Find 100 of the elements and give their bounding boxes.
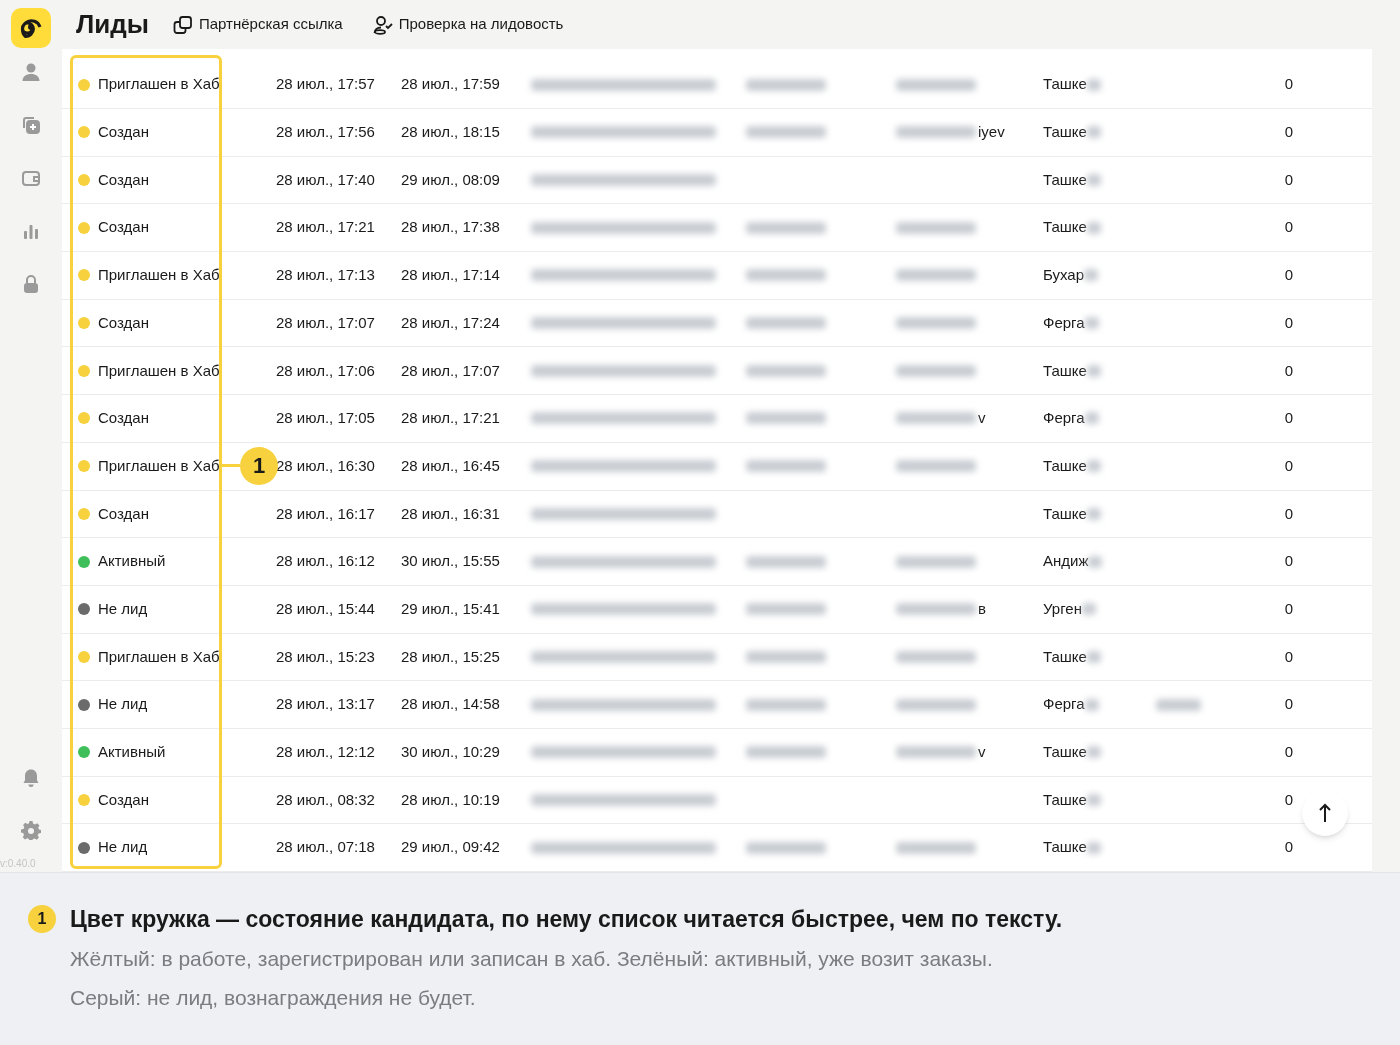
city-fragment: Ташке <box>1043 789 1087 810</box>
blurred-text <box>1081 603 1096 616</box>
city-fragment: Андиж <box>1043 551 1089 572</box>
status-text: Приглашен в Хаб <box>98 647 220 665</box>
status-text: Создан <box>98 313 149 331</box>
date-cell: 28 июл., 16:12 <box>276 552 375 570</box>
logo-icon <box>11 8 51 48</box>
count-cell: 0 <box>1284 313 1294 331</box>
date-cell: 28 июл., 16:45 <box>401 456 500 474</box>
blurred-text <box>1084 698 1099 711</box>
blurred-text <box>1086 507 1101 520</box>
count-cell: 0 <box>1284 361 1294 379</box>
city-fragment: Ферга <box>1043 408 1085 429</box>
date-cell: 28 июл., 17:56 <box>276 123 375 141</box>
date-cell: 28 июл., 12:12 <box>276 743 375 761</box>
city-fragment: Ташке <box>1043 169 1087 190</box>
status-text: Приглашен в Хаб <box>98 75 220 93</box>
count-cell: 0 <box>1284 743 1294 761</box>
blurred-text <box>1086 126 1101 139</box>
copy-plus-icon[interactable] <box>21 115 41 135</box>
count-cell: 0 <box>1284 695 1294 713</box>
status-text: Не лид <box>98 599 148 617</box>
date-cell: 29 июл., 15:41 <box>401 599 500 617</box>
date-cell: 28 июл., 08:32 <box>276 790 375 808</box>
status-text: Создан <box>98 790 149 808</box>
city-fragment: Ташке <box>1043 74 1087 95</box>
city-fragment: Ташке <box>1043 837 1087 858</box>
lock-icon[interactable] <box>21 274 41 294</box>
count-cell: 0 <box>1284 552 1294 570</box>
leader-line <box>222 464 240 468</box>
date-cell: 28 июл., 14:58 <box>401 695 500 713</box>
date-cell: 28 июл., 17:21 <box>401 409 500 427</box>
user-check-icon <box>372 14 393 35</box>
count-cell: 0 <box>1284 409 1294 427</box>
status-text: Приглашен в Хаб <box>98 266 220 284</box>
note-badge: 1 <box>28 905 56 933</box>
arrow-up-icon <box>1318 803 1332 823</box>
blurred-text <box>1086 793 1101 806</box>
note-text: Жёлтый: в работе, зарегистрирован или записан в хаб. Зелёный: активный, уже возит заказы. <box>70 946 994 972</box>
date-cell: 28 июл., 17:14 <box>401 266 500 284</box>
date-cell: 28 июл., 17:57 <box>276 75 375 93</box>
date-cell: 28 июл., 15:23 <box>276 647 375 665</box>
note-heading: Цвет кружка — состояние кандидата, по нему список читается быстрее, чем по тексту. <box>70 905 1063 934</box>
status-text: Приглашен в Хаб <box>98 456 220 474</box>
city-fragment: Урген <box>1043 598 1082 619</box>
count-cell: 0 <box>1284 504 1294 522</box>
scroll-top-button[interactable] <box>1302 790 1348 836</box>
surname-fragment: в <box>978 598 986 619</box>
status-text: Активный <box>98 743 166 761</box>
date-cell: 28 июл., 17:07 <box>276 313 375 331</box>
count-cell: 0 <box>1284 456 1294 474</box>
count-cell: 0 <box>1284 266 1294 284</box>
date-cell: 28 июл., 10:19 <box>401 790 500 808</box>
city-fragment: Ташке <box>1043 122 1087 143</box>
header-link[interactable]: Проверка на лидовость <box>372 13 564 36</box>
date-cell: 28 июл., 17:05 <box>276 409 375 427</box>
date-cell: 29 июл., 08:09 <box>401 170 500 188</box>
city-fragment: Ташке <box>1043 455 1087 476</box>
count-cell: 0 <box>1284 599 1294 617</box>
blurred-text <box>1088 555 1103 568</box>
status-text: Создан <box>98 123 149 141</box>
surname-fragment: iyev <box>978 122 1005 143</box>
status-text: Создан <box>98 170 149 188</box>
date-cell: 28 июл., 17:13 <box>276 266 375 284</box>
date-cell: 28 июл., 16:17 <box>276 504 375 522</box>
city-fragment: Ферга <box>1043 312 1085 333</box>
city-fragment: Ташке <box>1043 646 1087 667</box>
blurred-text <box>1086 364 1101 377</box>
surname-fragment: v <box>978 408 986 429</box>
date-cell: 28 июл., 17:59 <box>401 75 500 93</box>
blurred-text <box>1084 317 1099 330</box>
date-cell: 30 июл., 10:29 <box>401 743 500 761</box>
header-link[interactable]: Партнёрская ссылка <box>172 13 343 36</box>
surname-fragment: v <box>978 742 986 763</box>
status-text: Создан <box>98 409 149 427</box>
city-fragment: Ташке <box>1043 360 1087 381</box>
blurred-text <box>1086 650 1101 663</box>
count-cell: 0 <box>1284 647 1294 665</box>
blurred-text <box>1084 269 1099 282</box>
status-text: Активный <box>98 552 166 570</box>
city-fragment: Ташке <box>1043 742 1087 763</box>
status-text: Создан <box>98 504 149 522</box>
bell-icon[interactable] <box>21 768 41 788</box>
user-icon[interactable] <box>21 62 41 82</box>
date-cell: 28 июл., 17:24 <box>401 313 500 331</box>
date-cell: 28 июл., 15:25 <box>401 647 500 665</box>
date-cell: 28 июл., 16:30 <box>276 456 375 474</box>
count-cell: 0 <box>1284 75 1294 93</box>
date-cell: 30 июл., 15:55 <box>401 552 500 570</box>
count-cell: 0 <box>1284 170 1294 188</box>
status-text: Не лид <box>98 695 148 713</box>
count-cell: 0 <box>1284 790 1294 808</box>
status-text: Создан <box>98 218 149 236</box>
wallet-icon[interactable] <box>21 168 41 188</box>
date-cell: 28 июл., 17:38 <box>401 218 500 236</box>
settings-icon[interactable] <box>21 820 41 840</box>
blurred-text <box>1086 78 1101 91</box>
status-text: Не лид <box>98 838 148 856</box>
date-cell: 28 июл., 15:44 <box>276 599 375 617</box>
callout-badge: 1 <box>240 446 278 485</box>
